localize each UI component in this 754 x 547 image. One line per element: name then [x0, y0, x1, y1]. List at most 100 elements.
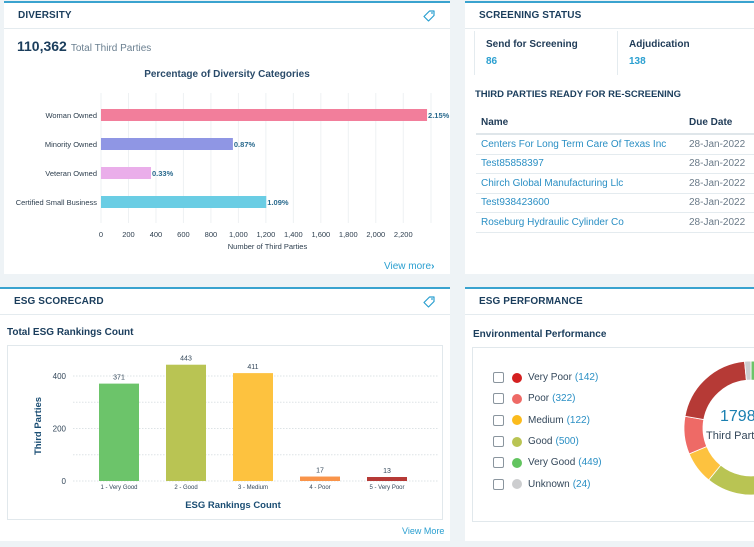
due-date: 28-Jan-2022 [689, 216, 746, 228]
total-third-parties: 110,362 Total Third Parties [17, 38, 151, 54]
bar [101, 109, 428, 121]
esg-rankings-bar-chart: 0 200 400 Third Parties 371 1 - Very Good 443 2… [33, 356, 438, 511]
y-category-label: Woman Owned [45, 111, 97, 120]
table-row: Test938423600 28-Jan-2022 [476, 194, 754, 213]
stat-value[interactable]: 86 [486, 56, 606, 67]
x-tick-label: 1,800 [339, 230, 358, 239]
y-tick-label: 200 [53, 425, 67, 434]
data-label: 13 [383, 468, 391, 475]
diversity-panel: DIVERSITY 110,362 Total Third Parties Pe… [4, 1, 450, 274]
table-row: Chirch Global Manufacturing Llc 28-Jan-2… [476, 174, 754, 194]
scorecard-chart-box: 0 200 400 Third Parties 371 1 - Very Good 443 2… [7, 345, 443, 520]
data-label: 411 [247, 364, 258, 371]
table-row: Roseburg Hydraulic Cylinder Co 28-Jan-20… [476, 213, 754, 233]
donut-center-total: 1798 [720, 408, 754, 425]
third-party-name-link[interactable]: Chirch Global Manufacturing Llc [476, 178, 689, 189]
table-row: Centers For Long Term Care Of Texas Inc … [476, 135, 754, 155]
column-header-name[interactable]: Name [476, 117, 689, 128]
x-tick-label: 200 [122, 230, 135, 239]
screening-header: SCREENING STATUS [465, 3, 754, 29]
total-number: 110,362 [17, 38, 67, 54]
data-label: 0.87% [234, 140, 256, 149]
data-label: 1.09% [267, 198, 289, 207]
third-party-name-link[interactable]: Test938423600 [476, 197, 689, 208]
total-label: Total Third Parties [70, 43, 152, 54]
donut-slice [683, 415, 708, 455]
y-tick-label: 400 [53, 372, 67, 381]
third-party-name-link[interactable]: Roseburg Hydraulic Cylinder Co [476, 217, 689, 228]
due-date: 28-Jan-2022 [689, 138, 746, 150]
chevron-right-icon: › [431, 261, 435, 272]
stat-label: Send for Screening [486, 39, 578, 50]
bar [99, 383, 139, 481]
tag-icon[interactable] [422, 9, 436, 23]
x-tick-label: 2,000 [366, 230, 385, 239]
diversity-title: DIVERSITY [18, 10, 72, 21]
diversity-bar-chart: 0 200 400 600 800 1,000 1,200 1,400 1,600 1,800 2,… [16, 93, 450, 251]
bar [101, 167, 152, 179]
column-header-due-date[interactable]: Due Date [689, 117, 754, 128]
rescreening-table: Name Due Date Centers For Long Term Care… [476, 111, 754, 233]
donut-center-label: Third Parties [706, 430, 754, 442]
third-party-name-link[interactable]: Centers For Long Term Care Of Texas Inc [476, 139, 689, 150]
y-tick-label: 0 [62, 477, 67, 486]
view-more-link[interactable]: View more› [384, 261, 434, 272]
bar [101, 196, 267, 208]
stat-label: Adjudication [629, 39, 690, 50]
rescreening-subtitle: THIRD PARTIES READY FOR RE-SCREENING [475, 89, 682, 100]
data-label: 371 [113, 375, 125, 382]
stat-value[interactable]: 138 [629, 56, 749, 67]
view-more-text: View more [384, 261, 432, 272]
y-axis-title: Third Parties [33, 397, 44, 455]
due-date: 28-Jan-2022 [689, 197, 746, 209]
scorecard-header: ESG SCORECARD [0, 289, 450, 315]
performance-chart-box: Very Poor (142) Poor (322) Medium (122) Goo… [472, 347, 754, 522]
x-tick-label: 1,400 [284, 230, 303, 239]
performance-header: ESG PERFORMANCE [465, 289, 754, 315]
bar [166, 364, 206, 481]
diversity-chart-title: Percentage of Diversity Categories [144, 69, 310, 80]
y-category-label: Veteran Owned [45, 169, 97, 178]
data-label: 443 [180, 356, 192, 363]
esg-scorecard-panel: ESG SCORECARD Total ESG Rankings Count 0… [0, 287, 450, 541]
x-tick-label: 5 - Very Poor [369, 485, 404, 491]
scorecard-title: ESG SCORECARD [14, 296, 104, 307]
x-tick-label: 2,200 [394, 230, 413, 239]
diversity-header: DIVERSITY [4, 3, 450, 29]
x-tick-label: 1,000 [229, 230, 248, 239]
table-header: Name Due Date [476, 111, 754, 135]
x-tick-label: 400 [150, 230, 163, 239]
x-tick-label: 4 - Poor [309, 485, 330, 491]
x-tick-label: 600 [177, 230, 190, 239]
y-category-label: Certified Small Business [16, 198, 98, 207]
table-row: Test85858397 28-Jan-2022 [476, 155, 754, 174]
x-tick-label: 2 - Good [174, 485, 197, 491]
x-tick-label: 1,200 [256, 230, 275, 239]
view-more-link[interactable]: View More [402, 526, 444, 536]
stat-send-for-screening[interactable]: Send for Screening 86 [474, 31, 617, 75]
data-label: 0.33% [152, 169, 174, 178]
due-date: 28-Jan-2022 [689, 177, 746, 189]
bar [233, 373, 273, 481]
screening-title: SCREENING STATUS [479, 10, 582, 21]
x-tick-label: 0 [99, 230, 103, 239]
performance-subtitle: Environmental Performance [473, 329, 607, 340]
x-tick-label: 1,600 [311, 230, 330, 239]
bar [367, 477, 407, 481]
third-party-name-link[interactable]: Test85858397 [476, 158, 689, 169]
stat-adjudication[interactable]: Adjudication 138 [617, 31, 754, 75]
tag-icon[interactable] [422, 295, 436, 309]
x-axis-title: ESG Rankings Count [185, 500, 281, 511]
x-tick-label: 800 [205, 230, 218, 239]
scorecard-chart-title: Total ESG Rankings Count [7, 327, 134, 338]
x-tick-label: 3 - Medium [238, 485, 268, 491]
x-tick-label: 1 - Very Good [100, 485, 137, 491]
due-date: 28-Jan-2022 [689, 158, 746, 170]
screening-status-panel: SCREENING STATUS Send for Screening 86 A… [465, 1, 754, 274]
data-label: 17 [316, 468, 324, 475]
bar [101, 138, 233, 150]
performance-title: ESG PERFORMANCE [479, 296, 583, 307]
data-label: 2.15% [428, 111, 450, 120]
bar [300, 476, 340, 481]
y-category-label: Minority Owned [45, 140, 97, 149]
